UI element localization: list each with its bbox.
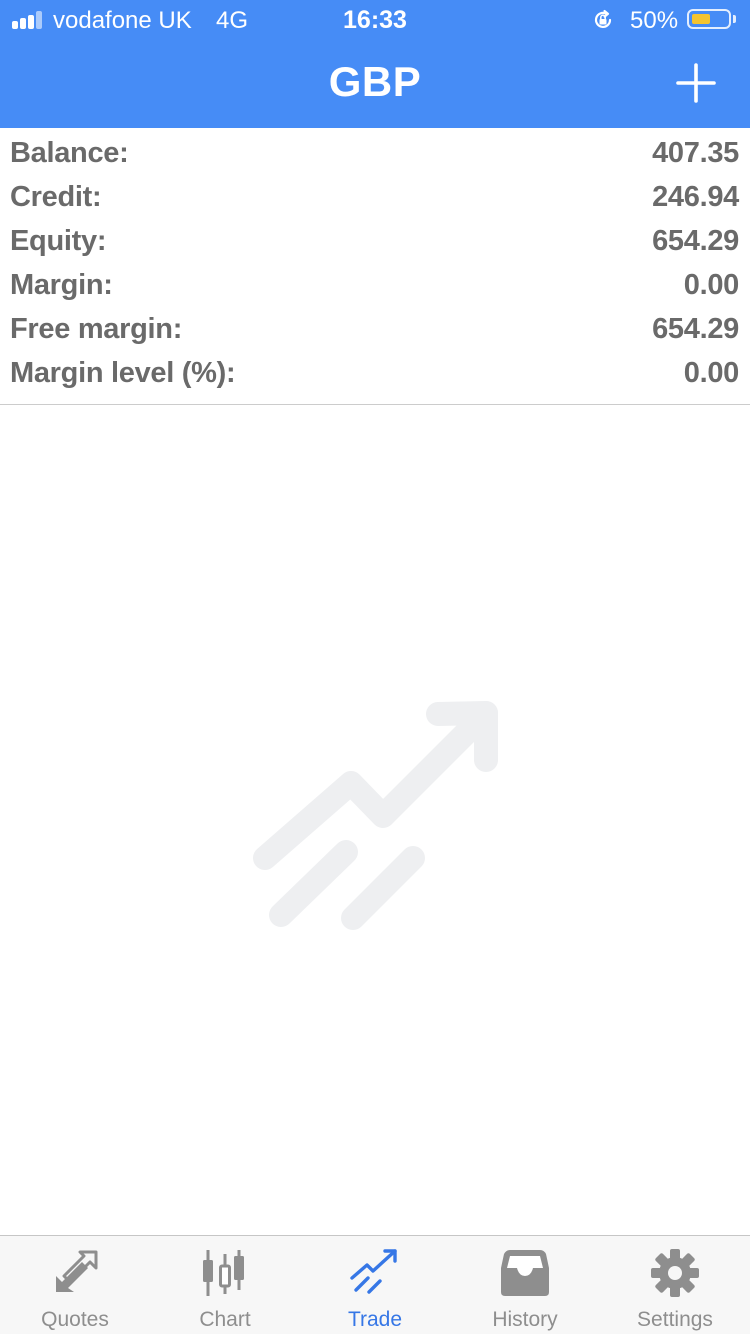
- tab-label: Settings: [637, 1308, 713, 1331]
- plus-icon[interactable]: [672, 59, 720, 107]
- summary-value: 246.94: [652, 181, 739, 213]
- quotes-arrows-icon: [56, 1250, 98, 1292]
- summary-value: 0.00: [683, 357, 740, 389]
- summary-row-equity: Equity: 654.29: [0, 220, 750, 264]
- tab-quotes[interactable]: Quotes: [0, 1236, 150, 1335]
- tab-chart[interactable]: Chart: [150, 1236, 300, 1335]
- summary-label: Balance:: [10, 137, 129, 169]
- summary-divider: [0, 404, 750, 405]
- tab-label: Trade: [347, 1308, 403, 1331]
- summary-row-free-margin: Free margin: 654.29: [0, 308, 750, 352]
- trade-trend-icon: [253, 701, 498, 930]
- battery-fill: [692, 14, 710, 24]
- status-bar: vodafone UK 4G 16:33 50%: [0, 0, 750, 40]
- page-title: GBP: [328, 58, 422, 105]
- summary-row-margin: Margin: 0.00: [0, 264, 750, 308]
- summary-label: Margin:: [10, 269, 113, 301]
- summary-label: Margin level (%):: [10, 357, 236, 389]
- summary-row-margin-level: Margin level (%): 0.00: [0, 352, 750, 396]
- battery-nub: [733, 15, 736, 23]
- summary-label: Free margin:: [10, 313, 183, 345]
- tab-settings[interactable]: Settings: [600, 1236, 750, 1335]
- battery-icon: [687, 9, 731, 29]
- summary-value: 0.00: [683, 269, 740, 301]
- summary-label: Credit:: [10, 181, 102, 213]
- header-bar: vodafone UK 4G 16:33 50% GBP: [0, 0, 750, 128]
- tab-bar: Quotes Chart Trade History Settings: [0, 1235, 750, 1334]
- summary-row-balance: Balance: 407.35: [0, 132, 750, 176]
- summary-value: 654.29: [652, 313, 739, 345]
- inbox-tray-icon: [501, 1250, 549, 1296]
- gear-icon: [651, 1249, 699, 1297]
- battery-percent: 50%: [630, 7, 679, 34]
- tab-trade[interactable]: Trade: [300, 1236, 450, 1335]
- tab-label: Chart: [199, 1308, 251, 1331]
- account-summary: Balance: 407.35 Credit: 246.94 Equity: 6…: [0, 132, 750, 396]
- trade-trend-icon: [350, 1249, 397, 1294]
- tab-label: History: [492, 1308, 558, 1331]
- summary-row-credit: Credit: 246.94: [0, 176, 750, 220]
- summary-value: 407.35: [652, 137, 739, 169]
- summary-label: Equity:: [10, 225, 107, 257]
- summary-value: 654.29: [652, 225, 739, 257]
- tab-history[interactable]: History: [450, 1236, 600, 1335]
- candlestick-icon: [203, 1250, 244, 1296]
- rotation-lock-icon: [594, 9, 612, 29]
- tab-label: Quotes: [41, 1308, 109, 1331]
